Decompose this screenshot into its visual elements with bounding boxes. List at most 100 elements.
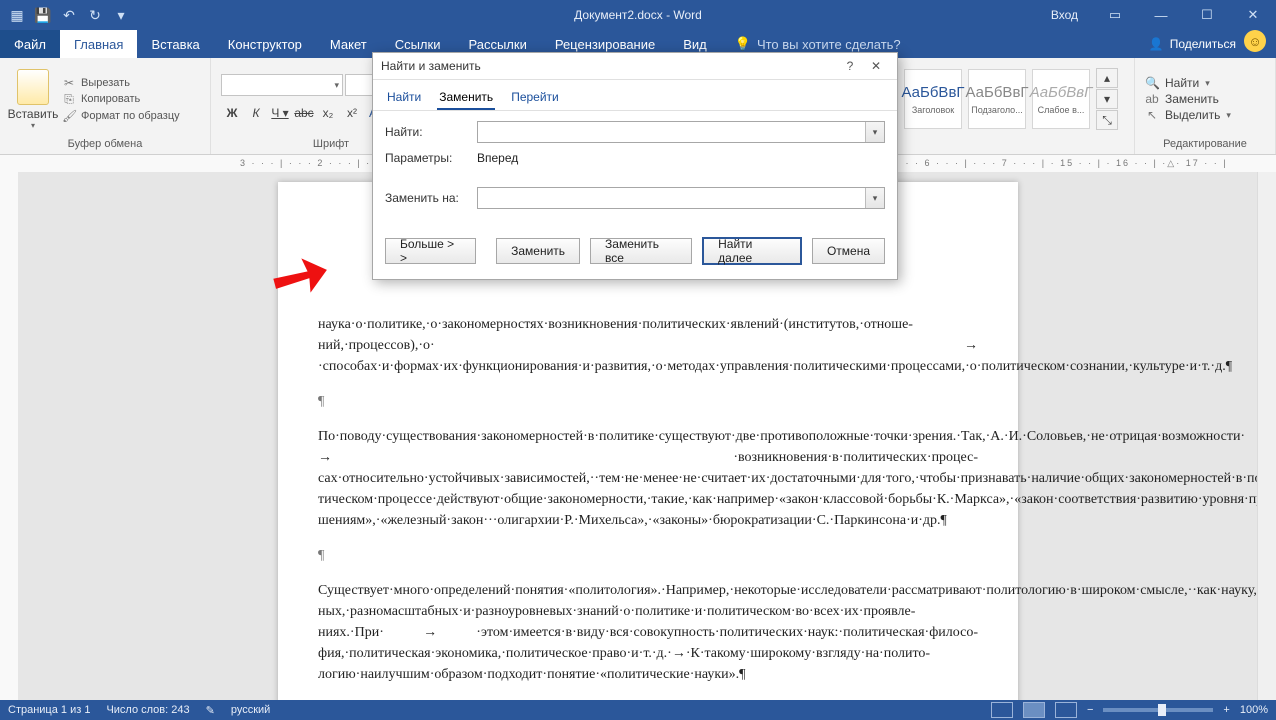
style-heading[interactable]: АаБбВвГЗаголовок	[904, 69, 962, 129]
copy-icon: ⎘	[62, 92, 76, 107]
find-next-button[interactable]: Найти далее	[702, 237, 802, 265]
subscript-button[interactable]: x₂	[317, 102, 339, 124]
strike-button[interactable]: abc	[293, 102, 315, 124]
dialog-help-icon[interactable]: ?	[837, 59, 863, 73]
style-sample: АаБбВвГ	[1030, 84, 1093, 101]
status-language[interactable]: русский	[231, 704, 270, 716]
group-editing-label: Редактирование	[1145, 136, 1265, 154]
dialog-title: Найти и заменить	[381, 59, 837, 73]
dialog-tab-replace[interactable]: Заменить	[437, 86, 495, 110]
copy-label: Копировать	[81, 93, 140, 105]
find-input[interactable]	[477, 121, 885, 143]
select-icon: ↖	[1145, 108, 1159, 122]
cancel-button[interactable]: Отмена	[812, 238, 885, 264]
qat-customize-icon[interactable]: ▾	[110, 4, 132, 26]
group-clipboard-label: Буфер обмена	[10, 136, 200, 154]
replace-one-button[interactable]: Заменить	[496, 238, 580, 264]
dialog-tab-goto[interactable]: Перейти	[509, 86, 561, 110]
save-icon[interactable]: 💾	[32, 4, 54, 26]
replace-button[interactable]: ab Заменить	[1145, 92, 1231, 106]
style-subheading[interactable]: АаБбВвГ Подзаголо...	[968, 69, 1026, 129]
tab-file[interactable]: Файл	[0, 30, 60, 58]
zoom-in-button[interactable]: +	[1223, 704, 1229, 716]
copy-button[interactable]: ⎘ Копировать	[62, 92, 180, 107]
word-app-icon: ▦	[6, 4, 28, 26]
replace-icon: ab	[1145, 92, 1159, 106]
dialog-tab-find[interactable]: Найти	[385, 86, 423, 110]
format-painter-label: Формат по образцу	[81, 110, 180, 122]
styles-expand[interactable]: ⤡	[1096, 110, 1118, 130]
share-icon: 👤	[1149, 37, 1164, 51]
find-replace-dialog: Найти и заменить ? ✕ Найти Заменить Пере…	[372, 52, 898, 280]
more-button[interactable]: Больше > >	[385, 238, 476, 264]
group-editing: 🔍Найти▾ abЗаменить ↖Выделить▾ Редактиров…	[1135, 58, 1276, 154]
zoom-level[interactable]: 100%	[1240, 704, 1268, 716]
dialog-close-icon[interactable]: ✕	[863, 59, 889, 73]
status-bar: Страница 1 из 1 Число слов: 243 ✎ русски…	[0, 700, 1276, 720]
dialog-titlebar[interactable]: Найти и заменить ? ✕	[373, 53, 897, 80]
dialog-tabs: Найти Заменить Перейти	[373, 80, 897, 111]
replace-all-button[interactable]: Заменить все	[590, 238, 692, 264]
ribbon-options-icon[interactable]: ▭	[1092, 0, 1138, 30]
view-read-mode[interactable]	[991, 702, 1013, 718]
paste-label: Вставить	[8, 107, 59, 121]
vertical-ruler[interactable]	[0, 172, 19, 700]
format-painter-button[interactable]: 🖌 Формат по образцу	[62, 109, 180, 123]
paragraph[interactable]: По·поводу·существования·закономерностей·…	[318, 426, 978, 531]
zoom-slider[interactable]	[1103, 708, 1213, 712]
tab-layout[interactable]: Макет	[316, 30, 381, 58]
group-clipboard: Вставить ▾ ✂Вырезать ⎘ Копировать 🖌 Формат…	[0, 58, 211, 154]
quick-access-toolbar: ▦ 💾 ↶ ↻ ▾	[0, 4, 132, 26]
paragraph[interactable]: наука·о·политике,·о·закономерностях·возн…	[318, 314, 978, 377]
style-name: Слабое в...	[1038, 105, 1085, 115]
cut-button[interactable]: ✂Вырезать	[62, 76, 180, 90]
paragraph-mark[interactable]: ¶	[318, 391, 978, 412]
style-name: Подзаголо...	[971, 105, 1022, 115]
select-label: Выделить	[1165, 108, 1220, 122]
select-button[interactable]: ↖Выделить▾	[1145, 108, 1231, 122]
status-page[interactable]: Страница 1 из 1	[8, 704, 90, 716]
view-web-layout[interactable]	[1055, 702, 1077, 718]
tab-design[interactable]: Конструктор	[214, 30, 316, 58]
style-name: Заголовок	[912, 105, 954, 115]
replace-label: Заменить	[1165, 92, 1219, 106]
styles-scroll-up[interactable]: ▴	[1096, 68, 1118, 88]
status-spellcheck-icon[interactable]: ✎	[206, 704, 215, 717]
style-weak[interactable]: АаБбВвГ Слабое в...	[1032, 69, 1090, 129]
paste-icon	[17, 69, 49, 105]
share-button[interactable]: 👤 Поделиться	[1149, 30, 1236, 58]
view-print-layout[interactable]	[1023, 702, 1045, 718]
bold-button[interactable]: Ж	[221, 102, 243, 124]
vertical-scrollbar[interactable]	[1257, 172, 1276, 700]
signin-button[interactable]: Вход	[1037, 0, 1092, 30]
styles-scroll-down[interactable]: ▾	[1096, 89, 1118, 109]
find-button[interactable]: 🔍Найти▾	[1145, 76, 1231, 90]
params-label: Параметры:	[385, 151, 469, 165]
minimize-icon[interactable]: —	[1138, 0, 1184, 30]
find-label: Найти	[1165, 76, 1199, 90]
close-window-icon[interactable]: ✕	[1230, 0, 1276, 30]
paste-button[interactable]: Вставить ▾	[10, 69, 56, 130]
font-name-combo[interactable]	[221, 74, 343, 96]
tab-insert[interactable]: Вставка	[137, 30, 213, 58]
undo-icon[interactable]: ↶	[58, 4, 80, 26]
underline-button[interactable]: Ч ▾	[269, 102, 291, 124]
brush-icon: 🖌	[62, 109, 76, 123]
lightbulb-icon: 💡	[735, 36, 751, 52]
superscript-button[interactable]: x²	[341, 102, 363, 124]
paragraph-mark[interactable]: ¶	[318, 545, 978, 566]
find-field-label: Найти:	[385, 125, 469, 139]
zoom-out-button[interactable]: −	[1087, 704, 1093, 716]
share-label: Поделиться	[1170, 37, 1236, 51]
status-word-count[interactable]: Число слов: 243	[106, 704, 189, 716]
redo-icon[interactable]: ↻	[84, 4, 106, 26]
maximize-icon[interactable]: ☐	[1184, 0, 1230, 30]
tab-home[interactable]: Главная	[60, 30, 137, 58]
feedback-smiley-icon[interactable]: ☺	[1244, 30, 1266, 52]
paragraph[interactable]: Существует·много·определений·понятия·«по…	[318, 580, 978, 685]
style-sample: АаБбВвГ	[965, 84, 1028, 101]
search-icon: 🔍	[1145, 76, 1159, 90]
italic-button[interactable]: К	[245, 102, 267, 124]
params-value: Вперед	[477, 151, 518, 165]
replace-input[interactable]	[477, 187, 885, 209]
